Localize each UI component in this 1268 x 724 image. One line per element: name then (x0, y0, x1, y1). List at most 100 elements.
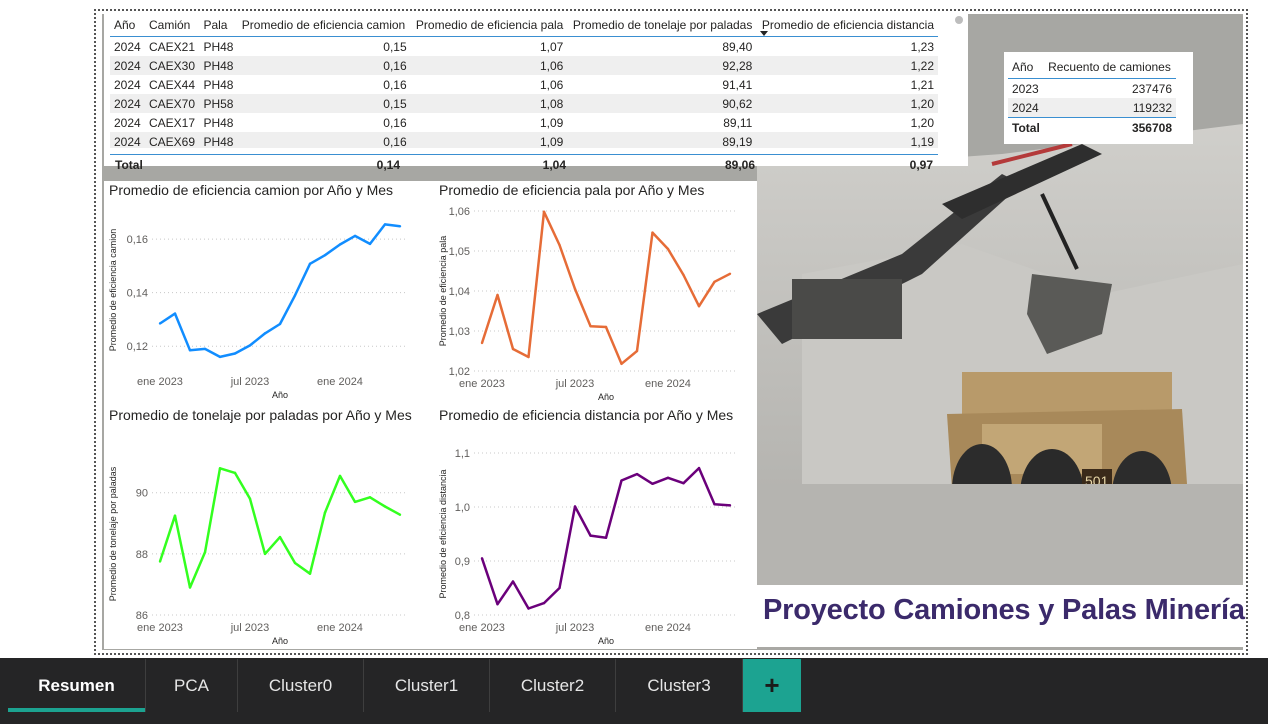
x-tick-label: ene 2023 (459, 622, 505, 634)
x-axis-title: Año (598, 392, 614, 401)
tab-cluster2[interactable]: Cluster2 (490, 659, 616, 712)
main-table: Año Camión Pala Promedio de eficiencia c… (110, 14, 938, 148)
data-point (713, 280, 716, 283)
y-tick-label: 1,03 (449, 326, 470, 338)
data-point (527, 607, 530, 610)
chart-eficiencia-pala[interactable]: 1,02 1,03 1,04 1,05 1,06 ene 2023 jul 2023 ene … (434, 201, 757, 401)
data-point (353, 234, 357, 238)
cell-eficiencia-camion: 0,16 (383, 58, 407, 73)
cell-eficiencia-camion: 0,15 (383, 39, 407, 54)
x-tick-label: jul 2023 (230, 622, 270, 634)
total-recuento: 356708 (1131, 120, 1172, 135)
cell-camion: CAEX44 (148, 77, 196, 92)
cell-pala: PH48 (203, 115, 234, 130)
main-table-visual[interactable]: Año Camión Pala Promedio de eficiencia c… (104, 14, 968, 172)
data-point (697, 466, 701, 470)
cell-tonelaje: 89,11 (723, 115, 753, 130)
col-header-anio[interactable]: Año (1008, 56, 1044, 79)
cell-pala: PH48 (203, 58, 234, 73)
col-header-eficiencia-pala[interactable]: Promedio de eficiencia pala (411, 14, 568, 37)
table-row[interactable]: 2024 CAEX69 PH48 0,16 1,09 89,19 1,19 (110, 132, 938, 148)
cell-tonelaje: 89,19 (722, 134, 753, 149)
y-tick-label: 1,1 (455, 448, 470, 460)
data-point (651, 482, 654, 485)
cell-pala: PH48 (203, 134, 234, 149)
table-row[interactable]: 2024 CAEX44 PH48 0,16 1,06 91,41 1,21 (110, 75, 938, 94)
col-header-pala[interactable]: Pala (199, 14, 237, 37)
cell-recuento: 119232 (1132, 100, 1172, 115)
cell-anio: 2024 (1012, 100, 1039, 115)
table-row[interactable]: 2023 237476 (1008, 79, 1176, 99)
scrollbar-thumb[interactable] (955, 16, 963, 24)
tab-cluster1[interactable]: Cluster1 (364, 659, 490, 712)
x-tick-label: ene 2023 (137, 376, 183, 388)
table-row[interactable]: 2024 CAEX21 PH48 0,15 1,07 89,40 1,23 (110, 37, 938, 57)
count-table-visual[interactable]: Año Recuento de camiones 2023 237476 202… (1004, 52, 1193, 144)
cell-tonelaje: 89,40 (722, 39, 753, 54)
add-page-button[interactable]: + (743, 659, 801, 712)
data-point (338, 474, 342, 478)
tab-resumen[interactable]: Resumen (8, 659, 146, 712)
chart-title-pala: Promedio de eficiencia pala por Año y Me… (439, 182, 705, 198)
table-row[interactable]: 2024 CAEX70 PH58 0,15 1,08 90,62 1,20 (110, 94, 938, 113)
cell-eficiencia-camion: 0,16 (383, 115, 407, 130)
data-point (323, 253, 327, 257)
data-point (383, 223, 387, 226)
data-point (728, 272, 732, 275)
charts-panel: Promedio de eficiencia camion por Año y … (104, 181, 757, 649)
cell-eficiencia-pala: 1,08 (539, 96, 564, 111)
data-point (666, 247, 670, 251)
data-point (173, 312, 177, 315)
cell-camion: CAEX30 (148, 58, 196, 73)
data-point (527, 355, 530, 359)
table-row[interactable]: 2024 CAEX30 PH48 0,16 1,06 92,28 1,22 (110, 56, 938, 75)
cell-eficiencia-distancia: 1,20 (910, 96, 934, 111)
col-header-recuento[interactable]: Recuento de camiones (1044, 56, 1176, 79)
chart-eficiencia-distancia[interactable]: 0,8 0,9 1,0 1,1 ene 2023 jul 2023 ene 2024 Año P… (434, 445, 757, 649)
data-point (589, 534, 592, 537)
cell-eficiencia-distancia: 1,22 (910, 58, 934, 73)
chart-eficiencia-camion[interactable]: 0,12 0,14 0,16 ene 2023 jul 2023 ene 2024 Año P… (104, 201, 424, 401)
col-header-camion[interactable]: Camión (145, 14, 199, 37)
tab-cluster0[interactable]: Cluster0 (238, 659, 364, 712)
x-tick-label: ene 2023 (459, 378, 505, 390)
cell-eficiencia-pala: 1,06 (539, 77, 564, 92)
series-line (159, 223, 401, 359)
y-axis-title: Promedio de eficiencia distancia (438, 469, 448, 598)
y-axis-title: Promedio de eficiencia pala (438, 236, 448, 347)
col-header-anio[interactable]: Año (110, 14, 145, 37)
data-point (620, 479, 623, 482)
col-header-eficiencia-camion[interactable]: Promedio de eficiencia camion (238, 14, 411, 37)
chart-tonelaje[interactable]: 86 88 90 ene 2023 jul 2023 ene 2024 Año Promedi… (104, 445, 424, 649)
data-point (558, 586, 561, 590)
y-tick-label: 86 (136, 610, 148, 622)
tab-cluster3[interactable]: Cluster3 (616, 659, 743, 712)
chart-title-distancia: Promedio de eficiencia distancia por Año… (439, 407, 734, 423)
data-point (511, 347, 515, 351)
tab-pca[interactable]: PCA (146, 659, 238, 712)
cell-eficiencia-camion: 0,16 (383, 134, 407, 149)
data-point (542, 601, 546, 605)
data-point (188, 586, 192, 589)
table-row[interactable]: 2024 CAEX17 PH48 0,16 1,09 89,11 1,20 (110, 113, 938, 132)
cell-eficiencia-pala: 1,09 (539, 134, 564, 149)
data-point (480, 557, 484, 560)
data-point (635, 472, 639, 476)
sort-descending-icon[interactable] (760, 31, 768, 36)
report-title-card: Proyecto Camiones y Palas Minería (757, 585, 1245, 647)
cell-camion: CAEX70 (148, 96, 196, 111)
chart-title-camion: Promedio de eficiencia camion por Año y … (109, 182, 394, 198)
col-header-tonelaje[interactable]: Promedio de tonelaje por paladas (567, 14, 756, 37)
cell-recuento: 237476 (1131, 81, 1172, 96)
series-line (158, 467, 401, 589)
col-header-eficiencia-distancia[interactable]: Promedio de eficiencia distancia (756, 14, 938, 37)
total-label: Total (115, 158, 143, 172)
table-row[interactable]: 2024 119232 (1008, 98, 1176, 118)
data-point (558, 243, 561, 247)
data-point (278, 322, 282, 326)
x-tick-label: ene 2023 (137, 622, 183, 634)
page-tab-bar: Resumen PCA Cluster0 Cluster1 Cluster2 C… (0, 658, 1268, 724)
total-eficiencia-camion: 0,14 (376, 158, 400, 172)
data-point (293, 294, 297, 297)
data-point (368, 496, 372, 499)
